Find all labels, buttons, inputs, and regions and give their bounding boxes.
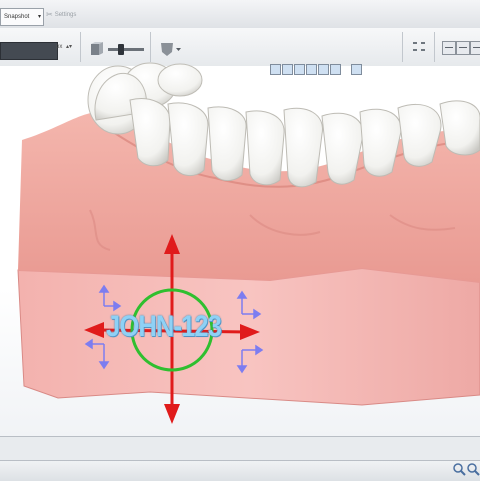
viewport-mini-toolbar [270,64,362,76]
measure-icon[interactable] [351,64,362,75]
zoom-out-icon[interactable] [466,462,480,476]
view-icon-1[interactable] [270,64,281,75]
dental-model [17,62,480,424]
status-bar [0,460,480,481]
bottom-panel [0,436,480,461]
view-icon-4[interactable] [306,64,317,75]
view-icon-2[interactable] [282,64,293,75]
model-base [17,267,480,406]
embossed-base-label[interactable]: JOHN-123 [106,310,222,344]
down-arrow-icon [164,404,180,424]
view-icon-3[interactable] [294,64,305,75]
view-icon-6[interactable] [330,64,341,75]
view-icon-5[interactable] [318,64,329,75]
zoom-in-icon[interactable] [452,462,466,476]
